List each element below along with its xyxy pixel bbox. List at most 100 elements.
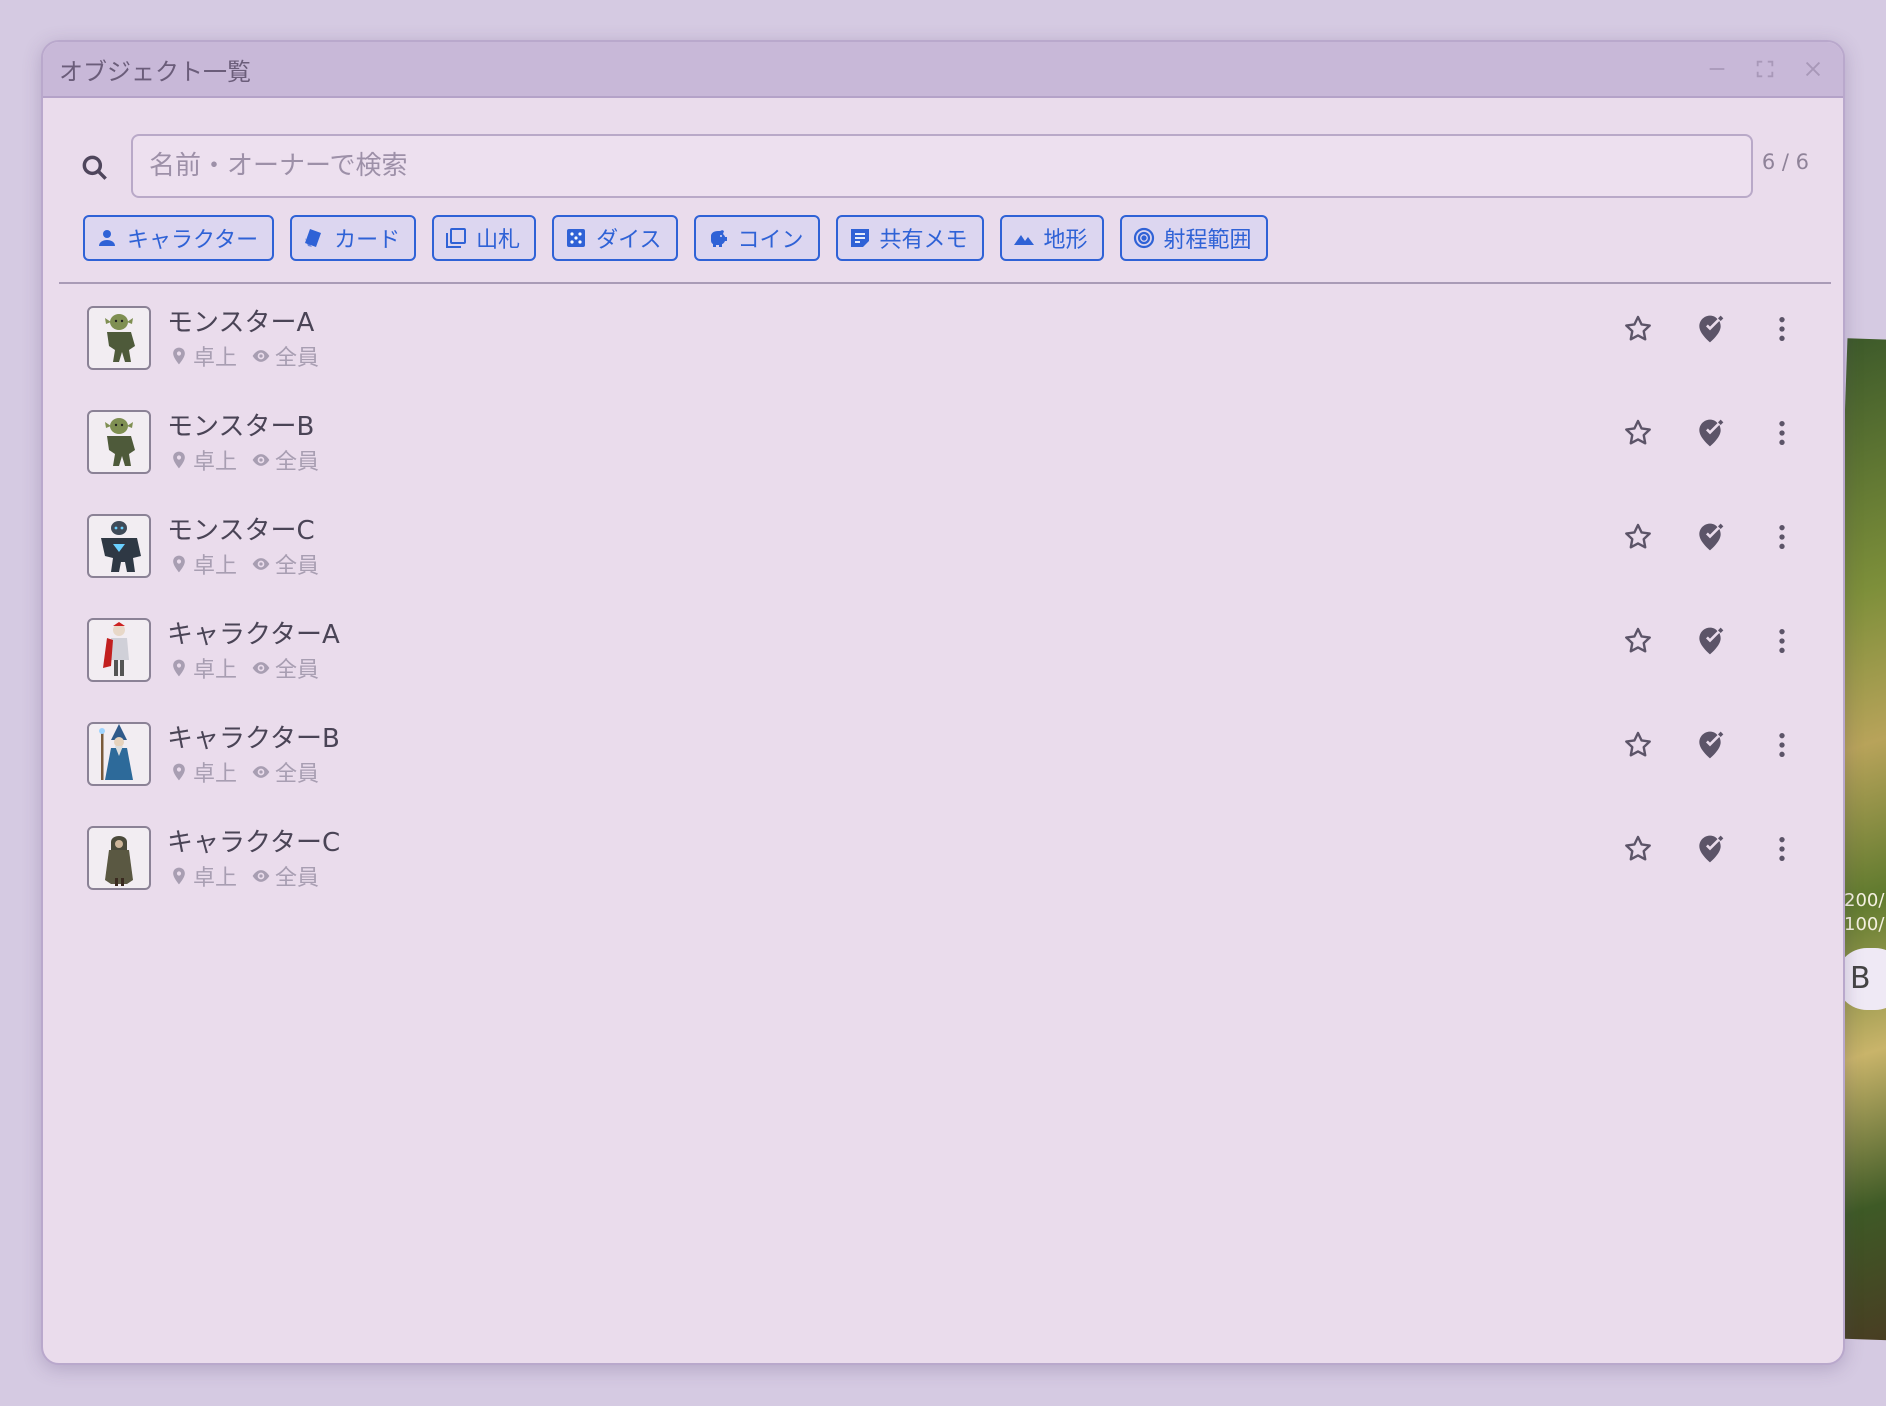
location-text: 卓上: [193, 554, 238, 579]
location-text: 卓上: [193, 762, 238, 787]
minimize-icon: [1709, 68, 1725, 70]
star-icon: [1625, 731, 1651, 757]
eye-icon: [252, 350, 270, 362]
favorite-button[interactable]: [1617, 620, 1659, 662]
fullscreen-icon: [1756, 60, 1774, 78]
minimize-button[interactable]: [1693, 45, 1741, 93]
close-button[interactable]: [1789, 45, 1837, 93]
filter-chip-label: 山札: [476, 228, 521, 253]
filter-chip-label: キャラクター: [127, 228, 259, 253]
star-icon: [1625, 835, 1651, 861]
list-item[interactable]: モンスターB 卓上 全員: [43, 394, 1843, 498]
object-meta: 卓上 全員: [169, 756, 319, 788]
target-icon: [1133, 227, 1154, 249]
row-actions: [1617, 412, 1803, 454]
list-item[interactable]: モンスターA 卓上 全員: [43, 290, 1843, 394]
dice-icon: [567, 229, 586, 247]
character-portrait: [105, 314, 135, 362]
pin-edit-icon: [1699, 731, 1724, 759]
star-icon: [1625, 419, 1651, 445]
location-pin-icon: [173, 451, 185, 469]
visibility-text: 全員: [275, 658, 320, 683]
filter-chip-range[interactable]: 射程範囲: [1119, 215, 1268, 261]
favorite-button[interactable]: [1617, 412, 1659, 454]
filter-chip-character[interactable]: キャラクター: [83, 215, 275, 261]
filter-chip-label: 共有メモ: [879, 228, 968, 253]
more-menu-button[interactable]: [1761, 828, 1803, 870]
locate-button[interactable]: [1689, 516, 1731, 558]
search-icon: [82, 155, 107, 180]
location-text: 卓上: [193, 658, 238, 683]
terrain-icon: [1013, 235, 1034, 245]
more-menu-button[interactable]: [1761, 620, 1803, 662]
object-meta: 卓上 全員: [169, 652, 319, 684]
character-portrait: [103, 622, 129, 676]
character-portrait: [99, 724, 133, 780]
eye-icon: [252, 766, 270, 778]
more-vertical-icon: [1779, 837, 1785, 861]
object-list: モンスターA 卓上 全員 モンスターB 卓上 全員 モンスターC 卓上 全員 キ…: [43, 290, 1843, 914]
pin-edit-icon: [1699, 627, 1724, 655]
background-hp-text: 200/: [1844, 890, 1885, 911]
list-item[interactable]: キャラクターA 卓上 全員: [43, 602, 1843, 706]
pin-edit-icon: [1699, 835, 1724, 863]
object-meta: 卓上 全員: [169, 548, 319, 580]
locate-button[interactable]: [1689, 724, 1731, 766]
list-item[interactable]: キャラクターC 卓上 全員: [43, 810, 1843, 914]
locate-button[interactable]: [1689, 620, 1731, 662]
object-name: モンスターB: [167, 412, 315, 442]
favorite-button[interactable]: [1617, 308, 1659, 350]
maximize-button[interactable]: [1741, 45, 1789, 93]
favorite-button[interactable]: [1617, 516, 1659, 558]
favorite-button[interactable]: [1617, 828, 1659, 870]
visibility-text: 全員: [275, 866, 320, 891]
note-icon: [850, 229, 869, 247]
filter-chip-label: コイン: [737, 228, 804, 253]
list-item[interactable]: モンスターC 卓上 全員: [43, 498, 1843, 602]
location-pin-icon: [173, 763, 185, 781]
cards-icon: [305, 229, 322, 247]
location-text: 卓上: [193, 866, 238, 891]
filter-chip-terrain[interactable]: 地形: [999, 215, 1104, 261]
location-text: 卓上: [193, 450, 238, 475]
location-pin-icon: [173, 867, 185, 885]
pin-edit-icon: [1699, 419, 1724, 447]
star-icon: [1625, 315, 1651, 341]
filter-chip-shared-memo[interactable]: 共有メモ: [835, 215, 984, 261]
avatar: [87, 722, 151, 786]
favorite-button[interactable]: [1617, 724, 1659, 766]
row-actions: [1617, 308, 1803, 350]
visibility-text: 全員: [275, 346, 320, 371]
object-meta: 卓上 全員: [169, 860, 319, 892]
filter-chip-coin[interactable]: コイン: [693, 215, 820, 261]
location-text: 卓上: [193, 346, 238, 371]
object-name: モンスターC: [167, 516, 315, 546]
more-menu-button[interactable]: [1761, 724, 1803, 766]
search-input[interactable]: [131, 134, 1753, 198]
locate-button[interactable]: [1689, 412, 1731, 454]
window-titlebar[interactable]: オブジェクト一覧: [43, 42, 1843, 98]
avatar: [87, 618, 151, 682]
eye-icon: [252, 558, 270, 570]
character-portrait: [105, 836, 133, 886]
person-icon: [99, 230, 115, 246]
row-actions: [1617, 620, 1803, 662]
filter-chip-label: 射程範囲: [1163, 228, 1252, 253]
more-menu-button[interactable]: [1761, 308, 1803, 350]
filter-chip-dice[interactable]: ダイス: [552, 215, 678, 261]
locate-button[interactable]: [1689, 828, 1731, 870]
visibility-text: 全員: [275, 762, 320, 787]
list-item[interactable]: キャラクターB 卓上 全員: [43, 706, 1843, 810]
location-pin-icon: [173, 555, 185, 573]
locate-button[interactable]: [1689, 308, 1731, 350]
character-portrait: [105, 418, 135, 466]
filter-chip-card[interactable]: カード: [290, 215, 417, 261]
search-row: 6 / 6: [43, 134, 1843, 198]
object-meta: 卓上 全員: [169, 444, 319, 476]
pin-edit-icon: [1699, 523, 1724, 551]
more-menu-button[interactable]: [1761, 516, 1803, 558]
more-menu-button[interactable]: [1761, 412, 1803, 454]
object-list-window: オブジェクト一覧 6 / 6 キャラクター カード 山札 ダイス: [41, 40, 1845, 1365]
close-icon: [1805, 61, 1821, 77]
filter-chip-deck[interactable]: 山札: [432, 215, 537, 261]
